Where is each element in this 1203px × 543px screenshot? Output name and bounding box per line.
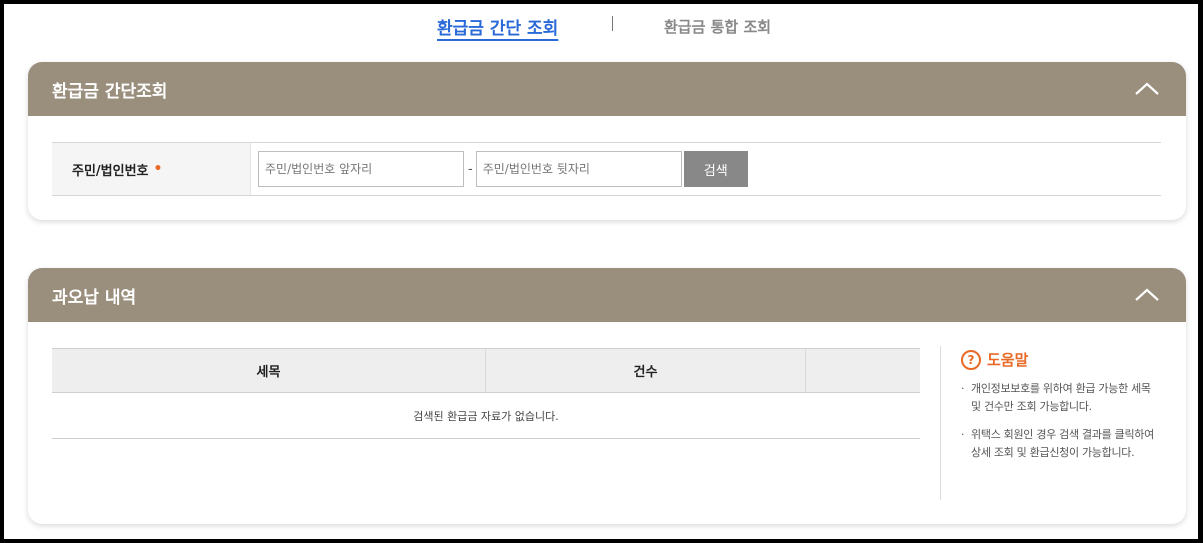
help-title: ? 도움말: [961, 349, 1162, 370]
chevron-up-icon: [1135, 82, 1159, 95]
tab-separator: [612, 16, 613, 31]
panel-header: 환급금 간단조회: [28, 62, 1186, 116]
simple-search-panel: 환급금 간단조회 주민/법인번호 • - 검색: [28, 62, 1186, 220]
column-extra: [806, 349, 920, 392]
search-row: 주민/법인번호 • - 검색: [52, 142, 1161, 196]
id-front-input[interactable]: [258, 151, 464, 187]
help-item: 위택스 회원인 경우 검색 결과를 클릭하여 상세 조회 및 환급신청이 가능합…: [961, 426, 1162, 462]
table-header: 세목 건수: [52, 348, 920, 393]
tab-simple-refund-inquiry[interactable]: 환급금 간단 조회: [437, 14, 558, 39]
field-label: 주민/법인번호 •: [52, 143, 251, 195]
help-box: ? 도움말 개인정보보호를 위하여 환급 가능한 세목 및 건수만 조회 가능합…: [940, 346, 1162, 500]
tab-bar: 환급금 간단 조회 환급금 통합 조회: [4, 10, 1198, 44]
field-group: - 검색: [251, 143, 1161, 195]
column-count: 건수: [486, 349, 806, 392]
collapse-button[interactable]: [1132, 280, 1162, 310]
empty-message: 검색된 환급금 자료가 없습니다.: [52, 393, 920, 439]
dash-separator: -: [468, 161, 473, 177]
page-frame: 환급금 간단 조회 환급금 통합 조회 환급금 간단조회 주민/법인번호 • -…: [4, 4, 1198, 539]
result-table: 세목 건수 검색된 환급금 자료가 없습니다.: [52, 348, 920, 439]
help-title-text: 도움말: [987, 351, 1029, 369]
column-tax-item: 세목: [52, 349, 486, 392]
search-button[interactable]: 검색: [683, 151, 748, 187]
tab-integrated-refund-inquiry[interactable]: 환급금 통합 조회: [664, 16, 771, 37]
panel-header: 과오납 내역: [28, 268, 1186, 322]
help-item: 개인정보보호를 위하여 환급 가능한 세목 및 건수만 조회 가능합니다.: [961, 380, 1162, 416]
id-back-input[interactable]: [475, 151, 682, 187]
collapse-button[interactable]: [1132, 74, 1162, 104]
chevron-up-icon: [1135, 288, 1159, 301]
overpayment-panel: 과오납 내역 세목 건수 검색된 환급금 자료가 없습니다. ? 도움말 개인정…: [28, 268, 1186, 524]
panel-title: 환급금 간단조회: [52, 81, 168, 102]
question-circle-icon: ?: [961, 349, 981, 370]
panel-title: 과오납 내역: [52, 287, 137, 308]
field-label-text: 주민/법인번호: [72, 163, 149, 179]
required-mark: •: [153, 161, 163, 177]
